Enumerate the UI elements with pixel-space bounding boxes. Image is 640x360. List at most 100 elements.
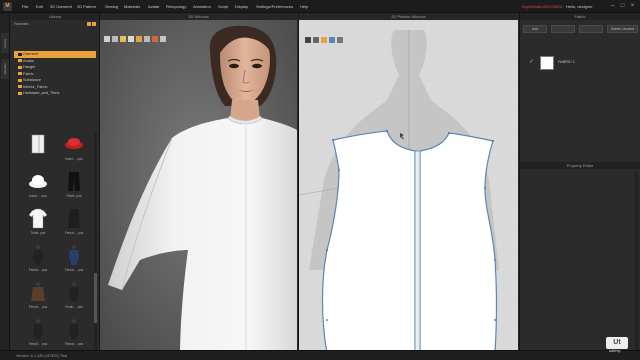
move-icon[interactable] [112,36,118,42]
library-item[interactable]: Femal... .pos [23,318,53,350]
library-tree-item[interactable]: Hardware_and_Trims [14,90,96,97]
library-tree: Garment Avatar Hanger Fabric Substance Interi… [14,51,96,97]
menu-sewing[interactable]: Sewing [105,3,118,11]
tab-modular[interactable]: Modular [1,59,9,79]
3d-window[interactable]: 3D Window [100,13,297,360]
library-item-caption: Pants .pos [66,194,82,198]
library-tree-label: Interior_Fabric [23,84,48,89]
library-item-caption: Femal... .pos [64,231,84,235]
tshirt-white-icon [28,207,48,229]
figure-blue-icon [64,244,84,266]
folder-icon [18,91,22,95]
library-panel: Library Favorites Garment Avatar Hanger Fab… [11,13,100,360]
transform-pattern-icon[interactable] [305,37,311,43]
suit-dark-icon [64,207,84,229]
figure-dark-icon [28,318,48,340]
menu-bar: M File Edit 3D Garment 2D Pattern Sewing… [0,0,640,13]
menu-settings-preferences[interactable]: Settings/Preferences [256,3,293,11]
select-mesh-icon[interactable] [104,36,110,42]
folder-icon [18,78,22,82]
property-editor-panel: Property Editor [519,162,640,360]
library-tree-label: Avatar [23,58,34,63]
app-logo[interactable]: M [3,2,12,11]
library-item[interactable]: Femh... .pos [59,281,89,313]
copy-fabric-button[interactable] [551,25,575,33]
add-fabric-button[interactable]: Add [523,25,547,33]
folder-icon [18,85,22,88]
menu-avatar[interactable]: Avatar [148,3,160,11]
menu-retopology[interactable]: Retopology [166,3,186,11]
texture-icon[interactable] [152,36,158,42]
pattern-piece-front [419,132,498,354]
menu-animation[interactable]: Animation [193,3,211,11]
2d-pattern-window[interactable]: 2D Pattern Window [298,13,518,360]
tab-library[interactable]: Library [1,33,9,53]
avatar-3d-view[interactable] [100,20,297,360]
figure-dark-icon [28,244,48,266]
fabric-swatch[interactable] [540,56,554,70]
library-item[interactable]: Tshirt .pos [23,207,53,239]
menu-help[interactable]: Help [300,3,308,11]
add-folder-icon[interactable] [87,22,91,26]
library-scrollbar[interactable] [94,133,97,359]
library-item[interactable]: Insert... .pos [23,170,53,202]
pin-icon[interactable] [120,36,126,42]
edit-point-icon[interactable] [313,37,319,43]
remove-folder-icon[interactable] [92,22,96,26]
fabric-buttons: Add Delete Unused [523,25,638,33]
property-editor-scrollbar[interactable] [635,172,638,352]
property-editor-title: Property Editor [520,162,640,169]
library-item[interactable]: Femal... .pos [59,207,89,239]
close-icon[interactable]: × [628,2,637,10]
menu-display[interactable]: Display [235,3,248,11]
fabric-list-item[interactable]: ✓ FABRIC 1 [523,56,638,70]
simulate-icon[interactable] [136,36,142,42]
3d-toolbar [104,36,168,46]
library-item-caption: Femal... .pos [28,342,48,346]
fit-suit-icon[interactable] [144,36,150,42]
library-item[interactable]: Femal... .pos [23,281,53,313]
library-tree-label: Hardware_and_Trims [23,91,60,95]
camera-icon[interactable] [160,36,166,42]
library-item[interactable]: Pants .pos [59,170,89,202]
rectangle-icon[interactable] [329,37,335,43]
figure-dark-icon [64,318,84,340]
fold-icon[interactable] [128,36,134,42]
menu-edit[interactable]: Edit [36,3,43,11]
library-item[interactable]: Femal... .pos [59,318,89,350]
pattern-canvas[interactable] [299,20,518,360]
side-tab-strip: Library Modular [0,13,10,360]
user-greeting[interactable]: Hello, designer [566,3,593,11]
library-item-caption: Insert... .pos [65,157,83,161]
figure-brown-icon [28,281,48,303]
sewing-icon[interactable] [337,37,343,43]
minimize-icon[interactable]: – [608,2,617,10]
library-item[interactable]: Insert... .pos [59,133,89,165]
library-tree-label: Substance [23,78,41,82]
expire-date-notice: ExpireDate:2021/05/02 [522,4,563,9]
menu-2d-pattern[interactable]: 2D Pattern [77,3,96,11]
menu-materials[interactable]: Materials [124,3,140,11]
delete-fabric-button[interactable] [579,25,603,33]
library-item[interactable] [23,133,53,165]
library-item[interactable]: Femal... .pos [23,244,53,276]
library-title: Library [11,13,99,20]
library-tree-label: Hanger [23,65,36,69]
polygon-icon[interactable] [321,37,327,43]
2d-toolbar [305,37,345,47]
library-item-caption: Femal... .pos [64,342,84,346]
library-item-caption: Femal... .pos [28,305,48,309]
menu-script[interactable]: Script [218,3,228,11]
library-scroll-thumb[interactable] [94,273,97,323]
folder-icon [18,72,22,75]
library-item-caption: Tshirt .pos [30,231,46,235]
version-label: Version: 6.1.445 (r37532) Trial [16,354,68,358]
menu-3d-garment[interactable]: 3D Garment [50,3,72,11]
library-item[interactable]: Femal... .pos [59,244,89,276]
maximize-icon[interactable]: □ [618,2,627,10]
fabric-panel: Fabric Add Delete Unused ✓ FABRIC 1 [519,13,640,161]
library-item-caption: Femh... .pos [65,305,83,309]
delete-unused-button[interactable]: Delete Unused [607,25,638,33]
watermark-badge: Ut [606,337,628,349]
menu-file[interactable]: File [22,3,28,11]
